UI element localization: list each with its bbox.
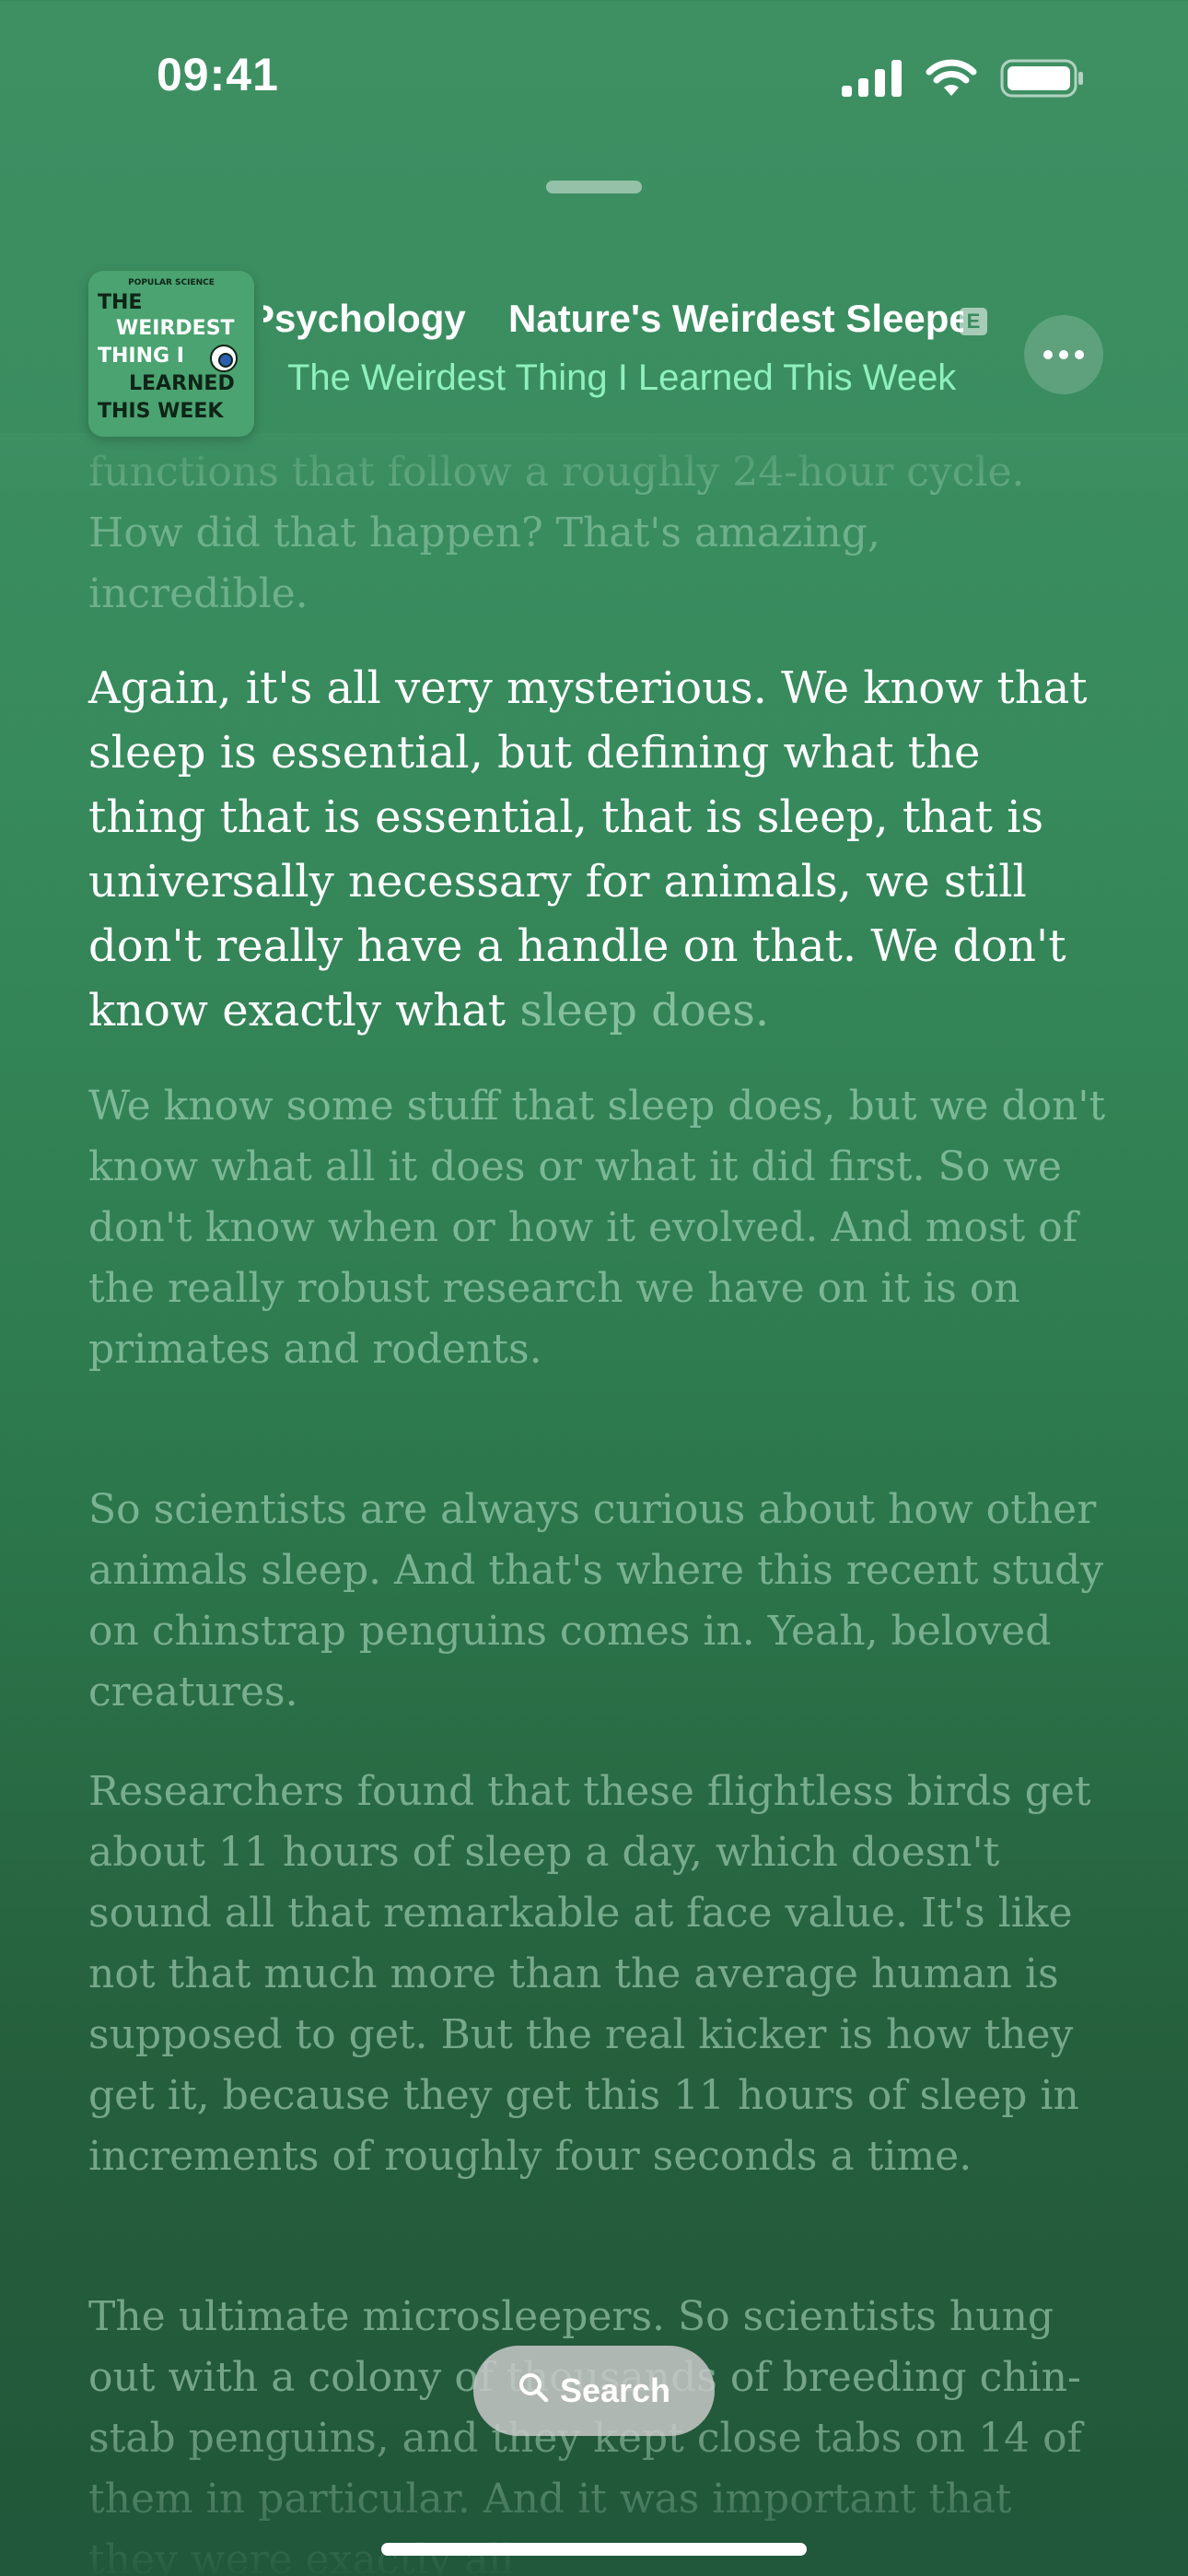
search-icon: [518, 2371, 549, 2411]
eye-icon: [210, 345, 238, 372]
artwork-line: WEIRDEST: [116, 317, 235, 340]
transcript-paragraph-current[interactable]: Again, it's all very mysterious. We know…: [88, 656, 1111, 1043]
podcast-artwork[interactable]: POPULAR SCIENCE THE WEIRDEST THING I LEA…: [88, 271, 254, 437]
artwork-line: THIS WEEK: [98, 400, 224, 423]
ellipsis-dot: [1075, 350, 1084, 359]
artwork-line: THING I: [98, 345, 184, 368]
more-options-button[interactable]: [1024, 315, 1103, 394]
episode-title: Nature's Weirdest Sleepers: [508, 297, 963, 340]
sheet-grabber[interactable]: [546, 181, 642, 193]
category-label: Psychology: [263, 297, 466, 340]
show-name: The Weirdest Thing I Learned This Week: [287, 357, 957, 398]
transcript-paragraph[interactable]: We know some stuff that sleep does, but …: [88, 1076, 1111, 1380]
search-label: Search: [559, 2371, 671, 2409]
battery-icon: [1000, 59, 1085, 101]
upcoming-text: sleep does.: [506, 985, 770, 1036]
status-icons: [842, 59, 1085, 101]
wifi-icon: [925, 59, 978, 101]
artwork-line: THE: [98, 291, 143, 314]
ellipsis-icon: [1043, 350, 1053, 359]
home-indicator[interactable]: [381, 2543, 807, 2556]
search-button[interactable]: Search: [473, 2346, 715, 2436]
status-time: 09:41: [157, 49, 279, 100]
transcript-paragraph[interactable]: So scientists are always curious about h…: [88, 1480, 1111, 1723]
top-fade: [0, 433, 1188, 507]
artwork-publisher: POPULAR SCIENCE: [128, 278, 215, 287]
now-playing-info[interactable]: Psychology Nature's Weirdest Sleepers E …: [263, 297, 991, 407]
cellular-signal-icon: [842, 60, 903, 100]
transcript-paragraph[interactable]: Researchers found that these flightless …: [88, 1762, 1111, 2187]
ellipsis-dot: [1059, 350, 1068, 359]
artwork-line: LEARNED: [129, 372, 235, 395]
spoken-text: Again, it's all very mysterious. We know…: [88, 662, 1088, 1036]
explicit-badge: E: [960, 308, 987, 335]
